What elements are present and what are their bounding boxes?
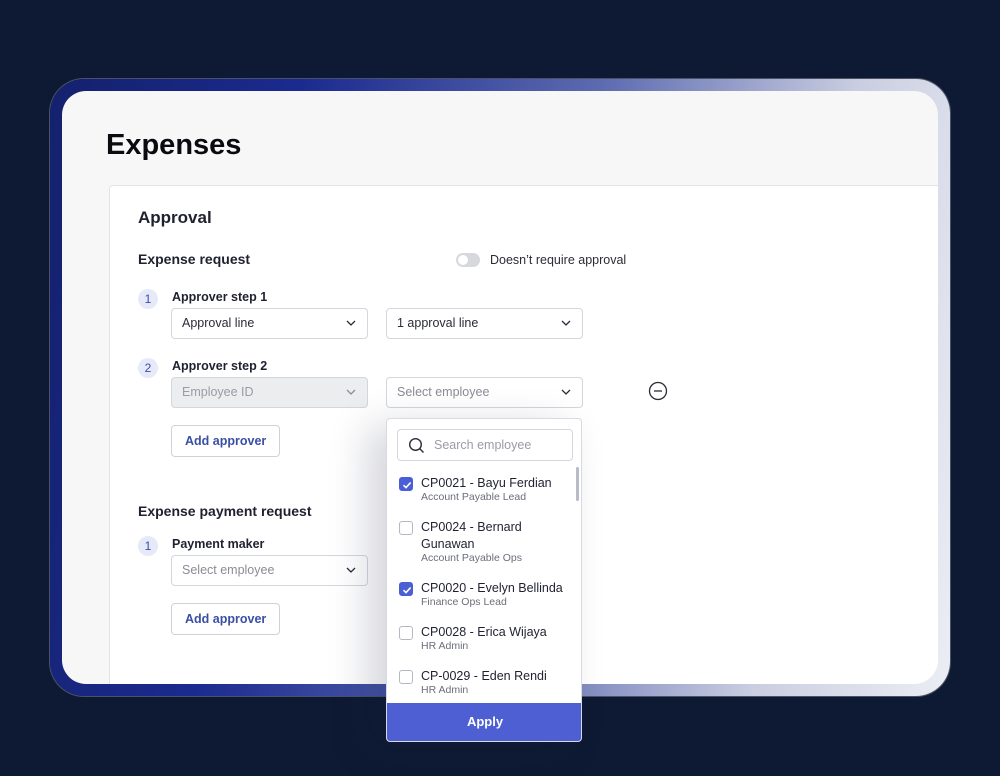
expense-request-title: Expense request	[138, 251, 251, 267]
step-label: Approver step 2	[172, 359, 268, 373]
remove-circle-icon[interactable]	[648, 381, 668, 401]
employee-role: Finance Ops Lead	[421, 596, 507, 608]
step-number: 2	[138, 358, 158, 378]
employee-role: Account Payable Lead	[421, 491, 527, 503]
select-placeholder: Select employee	[397, 385, 490, 399]
employee-role: HR Admin	[421, 684, 469, 696]
chevron-down-icon	[561, 389, 571, 395]
check-icon	[402, 587, 412, 594]
payment-request-title: Expense payment request	[138, 503, 312, 519]
employee-name: CP0028 - Erica Wijaya	[421, 625, 547, 639]
chevron-down-icon	[561, 320, 571, 326]
employee-name: CP0024 - Bernard Gunawan	[421, 520, 522, 551]
add-approver-button[interactable]: Add approver	[171, 603, 281, 635]
search-employee-field[interactable]	[397, 429, 573, 461]
employee-dropdown-menu: CP0021 - Bayu Ferdian Account Payable Le…	[386, 418, 582, 742]
check-icon	[402, 482, 412, 489]
select-value: Employee ID	[182, 385, 254, 399]
approval-line-select[interactable]: 1 approval line	[386, 308, 583, 339]
select-employee-dropdown[interactable]: Select employee	[386, 377, 583, 408]
employee-name: CP-0029 - Eden Rendi	[421, 669, 547, 683]
scrollbar[interactable]	[576, 467, 579, 501]
select-value: Approval line	[182, 316, 255, 330]
checkbox-checked[interactable]	[399, 582, 413, 596]
checkbox[interactable]	[399, 521, 413, 535]
search-icon	[408, 437, 424, 453]
search-employee-input[interactable]	[434, 435, 566, 455]
section-title: Approval	[138, 208, 212, 227]
employee-name: CP0020 - Evelyn Bellinda	[421, 581, 563, 595]
require-approval-toggle[interactable]	[456, 253, 480, 267]
chevron-down-icon	[346, 389, 356, 395]
apply-button[interactable]: Apply	[387, 703, 581, 741]
chevron-down-icon	[346, 567, 356, 573]
checkbox[interactable]	[399, 626, 413, 640]
step-number: 1	[138, 536, 158, 556]
checkbox-checked[interactable]	[399, 477, 413, 491]
employee-role: HR Admin	[421, 640, 469, 652]
page-title: Expenses	[106, 129, 242, 161]
payment-maker-select[interactable]: Select employee	[171, 555, 368, 586]
checkbox[interactable]	[399, 670, 413, 684]
toggle-label: Doesn’t require approval	[490, 253, 627, 267]
step-label: Payment maker	[172, 537, 265, 551]
employee-name: CP0021 - Bayu Ferdian	[421, 476, 552, 490]
add-approver-button[interactable]: Add approver	[171, 425, 281, 457]
chevron-down-icon	[346, 320, 356, 326]
approver-type-select[interactable]: Approval line	[171, 308, 368, 339]
employee-role: Account Payable Ops	[421, 552, 522, 564]
step-label: Approver step 1	[172, 290, 268, 304]
select-placeholder: Select employee	[182, 563, 275, 577]
approver-type-select[interactable]: Employee ID	[171, 377, 368, 408]
select-value: 1 approval line	[397, 316, 479, 330]
step-number: 1	[138, 289, 158, 309]
